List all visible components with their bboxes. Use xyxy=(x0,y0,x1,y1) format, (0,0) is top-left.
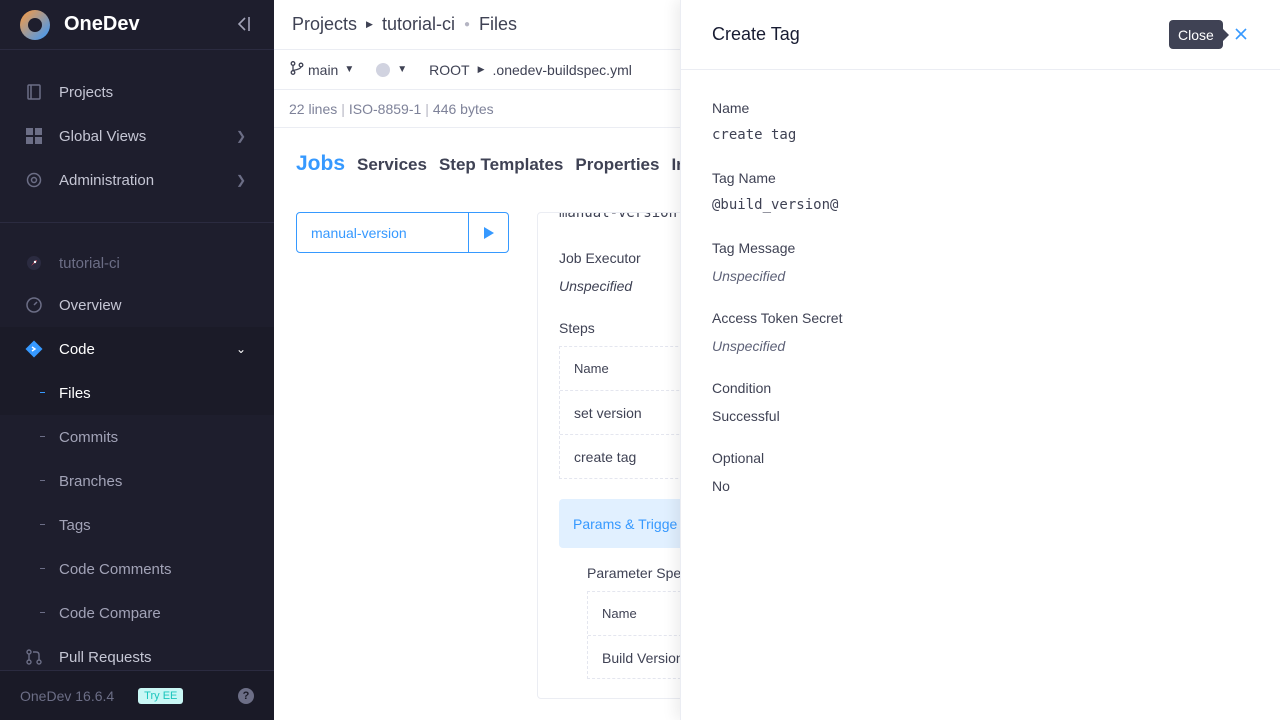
bullet-dash xyxy=(40,612,45,613)
sidebar-subitem-commits[interactable]: Commits xyxy=(0,415,274,459)
gauge-icon xyxy=(24,295,44,315)
chevron-down-icon[interactable]: ▼ xyxy=(397,64,407,75)
book-icon xyxy=(24,82,44,102)
breadcrumb-projects[interactable]: Projects xyxy=(292,14,357,35)
create-tag-drawer: Create Tag Close Name create tag Tag Nam… xyxy=(680,0,1280,720)
sidebar-subitem-tags[interactable]: Tags xyxy=(0,503,274,547)
bullet-dash xyxy=(40,480,45,481)
project-name-label: tutorial-ci xyxy=(59,254,120,272)
sidebar-project-name[interactable]: tutorial-ci xyxy=(0,241,274,285)
field-value-tag-message: Unspecified xyxy=(712,268,786,284)
caret-right-icon: ▶ xyxy=(366,19,373,29)
build-status-icon[interactable] xyxy=(376,62,391,77)
job-name-cut: manual-version xyxy=(559,212,678,221)
job-item[interactable]: manual-version xyxy=(296,212,509,253)
sidebar-item-overview[interactable]: Overview xyxy=(0,283,274,327)
field-value-optional: No xyxy=(712,478,730,494)
version-label: OneDev 16.6.4 xyxy=(20,687,115,704)
tab-step-templates[interactable]: Step Templates xyxy=(439,155,563,176)
run-job-button[interactable] xyxy=(468,213,508,252)
sidebar-subitem-code-comments[interactable]: Code Comments xyxy=(0,547,274,591)
field-label-access-token: Access Token Secret xyxy=(712,310,843,326)
chevron-right-icon: ❯ xyxy=(235,129,246,143)
brand[interactable]: OneDev xyxy=(0,0,274,50)
job-executor-value: Unspecified xyxy=(559,278,633,294)
sidebar-item-global-views[interactable]: Global Views ❯ xyxy=(0,114,274,158)
sidebar-subitem-files[interactable]: Files xyxy=(0,371,274,415)
sidebar: OneDev Projects Global Views ❯ Administr… xyxy=(0,0,274,720)
sidebar-subitem-label: Code Comments xyxy=(59,560,172,578)
caret-right-icon: ▶ xyxy=(477,64,485,74)
breadcrumb-files: Files xyxy=(479,14,518,34)
file-size: 446 bytes xyxy=(432,100,494,117)
sidebar-item-administration[interactable]: Administration ❯ xyxy=(0,158,274,202)
field-label-tag-message: Tag Message xyxy=(712,240,796,256)
sidebar-item-projects[interactable]: Projects xyxy=(0,70,274,114)
play-icon xyxy=(483,226,494,239)
tab-properties[interactable]: Properties xyxy=(575,155,659,176)
sidebar-item-label: Code xyxy=(59,340,95,358)
pull-request-icon xyxy=(24,647,44,667)
bullet-dash xyxy=(40,568,45,569)
field-value-tag-name: @build_version@ xyxy=(712,197,839,213)
sidebar-divider xyxy=(0,222,274,223)
buildspec-tabs: Jobs Services Step Templates Properties … xyxy=(296,152,687,176)
sidebar-subitem-branches[interactable]: Branches xyxy=(0,459,274,503)
rocket-icon xyxy=(24,253,44,273)
file-encoding: ISO-8859-1 xyxy=(348,100,422,117)
grid-icon xyxy=(24,126,44,146)
file-lines: 22 lines xyxy=(289,100,338,117)
field-value-condition: Successful xyxy=(712,408,780,424)
sidebar-subitem-label: Commits xyxy=(59,428,119,446)
breadcrumb-project[interactable]: tutorial-ci xyxy=(382,14,455,35)
parameter-specs-label: Parameter Spe xyxy=(587,565,682,581)
path-file: .onedev-buildspec.yml xyxy=(492,61,632,78)
sidebar-item-label: Projects xyxy=(59,83,114,101)
info-separator: | xyxy=(425,100,429,117)
field-label-condition: Condition xyxy=(712,380,772,396)
dot-separator-icon: ● xyxy=(463,19,471,30)
onedev-logo-icon xyxy=(20,9,50,40)
collapse-sidebar-icon[interactable] xyxy=(234,14,254,34)
sidebar-item-label: Pull Requests xyxy=(59,648,152,666)
sidebar-item-label: Administration xyxy=(59,171,155,189)
brand-name: OneDev xyxy=(64,13,140,35)
sidebar-item-label: Overview xyxy=(59,296,122,314)
tab-jobs[interactable]: Jobs xyxy=(296,152,345,176)
steps-label: Steps xyxy=(559,320,595,336)
bullet-dash xyxy=(40,524,45,525)
close-tooltip: Close xyxy=(1169,20,1229,49)
sidebar-subitem-code-compare[interactable]: Code Compare xyxy=(0,591,274,635)
chevron-down-icon[interactable]: ▼ xyxy=(344,64,354,75)
job-executor-label: Job Executor xyxy=(559,250,641,266)
chevron-down-icon: ⌄ xyxy=(235,342,246,356)
bullet-dash xyxy=(40,392,45,393)
sidebar-subitem-label: Tags xyxy=(59,516,91,534)
sidebar-footer: OneDev 16.6.4 Try EE ? xyxy=(0,670,274,720)
sidebar-subitem-label: Files xyxy=(59,384,91,402)
info-separator: | xyxy=(341,100,345,117)
help-icon[interactable]: ? xyxy=(238,687,254,704)
field-value-access-token: Unspecified xyxy=(712,338,786,354)
gear-icon xyxy=(24,170,44,190)
path-root[interactable]: ROOT xyxy=(429,62,469,78)
sidebar-item-code[interactable]: Code ⌄ xyxy=(0,327,274,371)
chevron-right-icon: ❯ xyxy=(235,173,246,187)
tab-services[interactable]: Services xyxy=(357,155,427,176)
job-name[interactable]: manual-version xyxy=(297,213,468,252)
code-icon xyxy=(24,339,44,359)
sidebar-subitem-label: Code Compare xyxy=(59,604,161,622)
try-ee-badge[interactable]: Try EE xyxy=(138,687,184,704)
field-label-name: Name xyxy=(712,100,750,116)
sidebar-subitem-label: Branches xyxy=(59,472,123,490)
branch-icon xyxy=(290,61,304,78)
field-label-tag-name: Tag Name xyxy=(712,170,776,186)
field-value-name: create tag xyxy=(712,127,797,143)
bullet-dash xyxy=(40,436,45,437)
branch-selector[interactable]: main xyxy=(308,62,338,78)
field-label-optional: Optional xyxy=(712,450,765,466)
close-icon[interactable] xyxy=(1233,26,1249,42)
sidebar-item-label: Global Views xyxy=(59,127,147,145)
